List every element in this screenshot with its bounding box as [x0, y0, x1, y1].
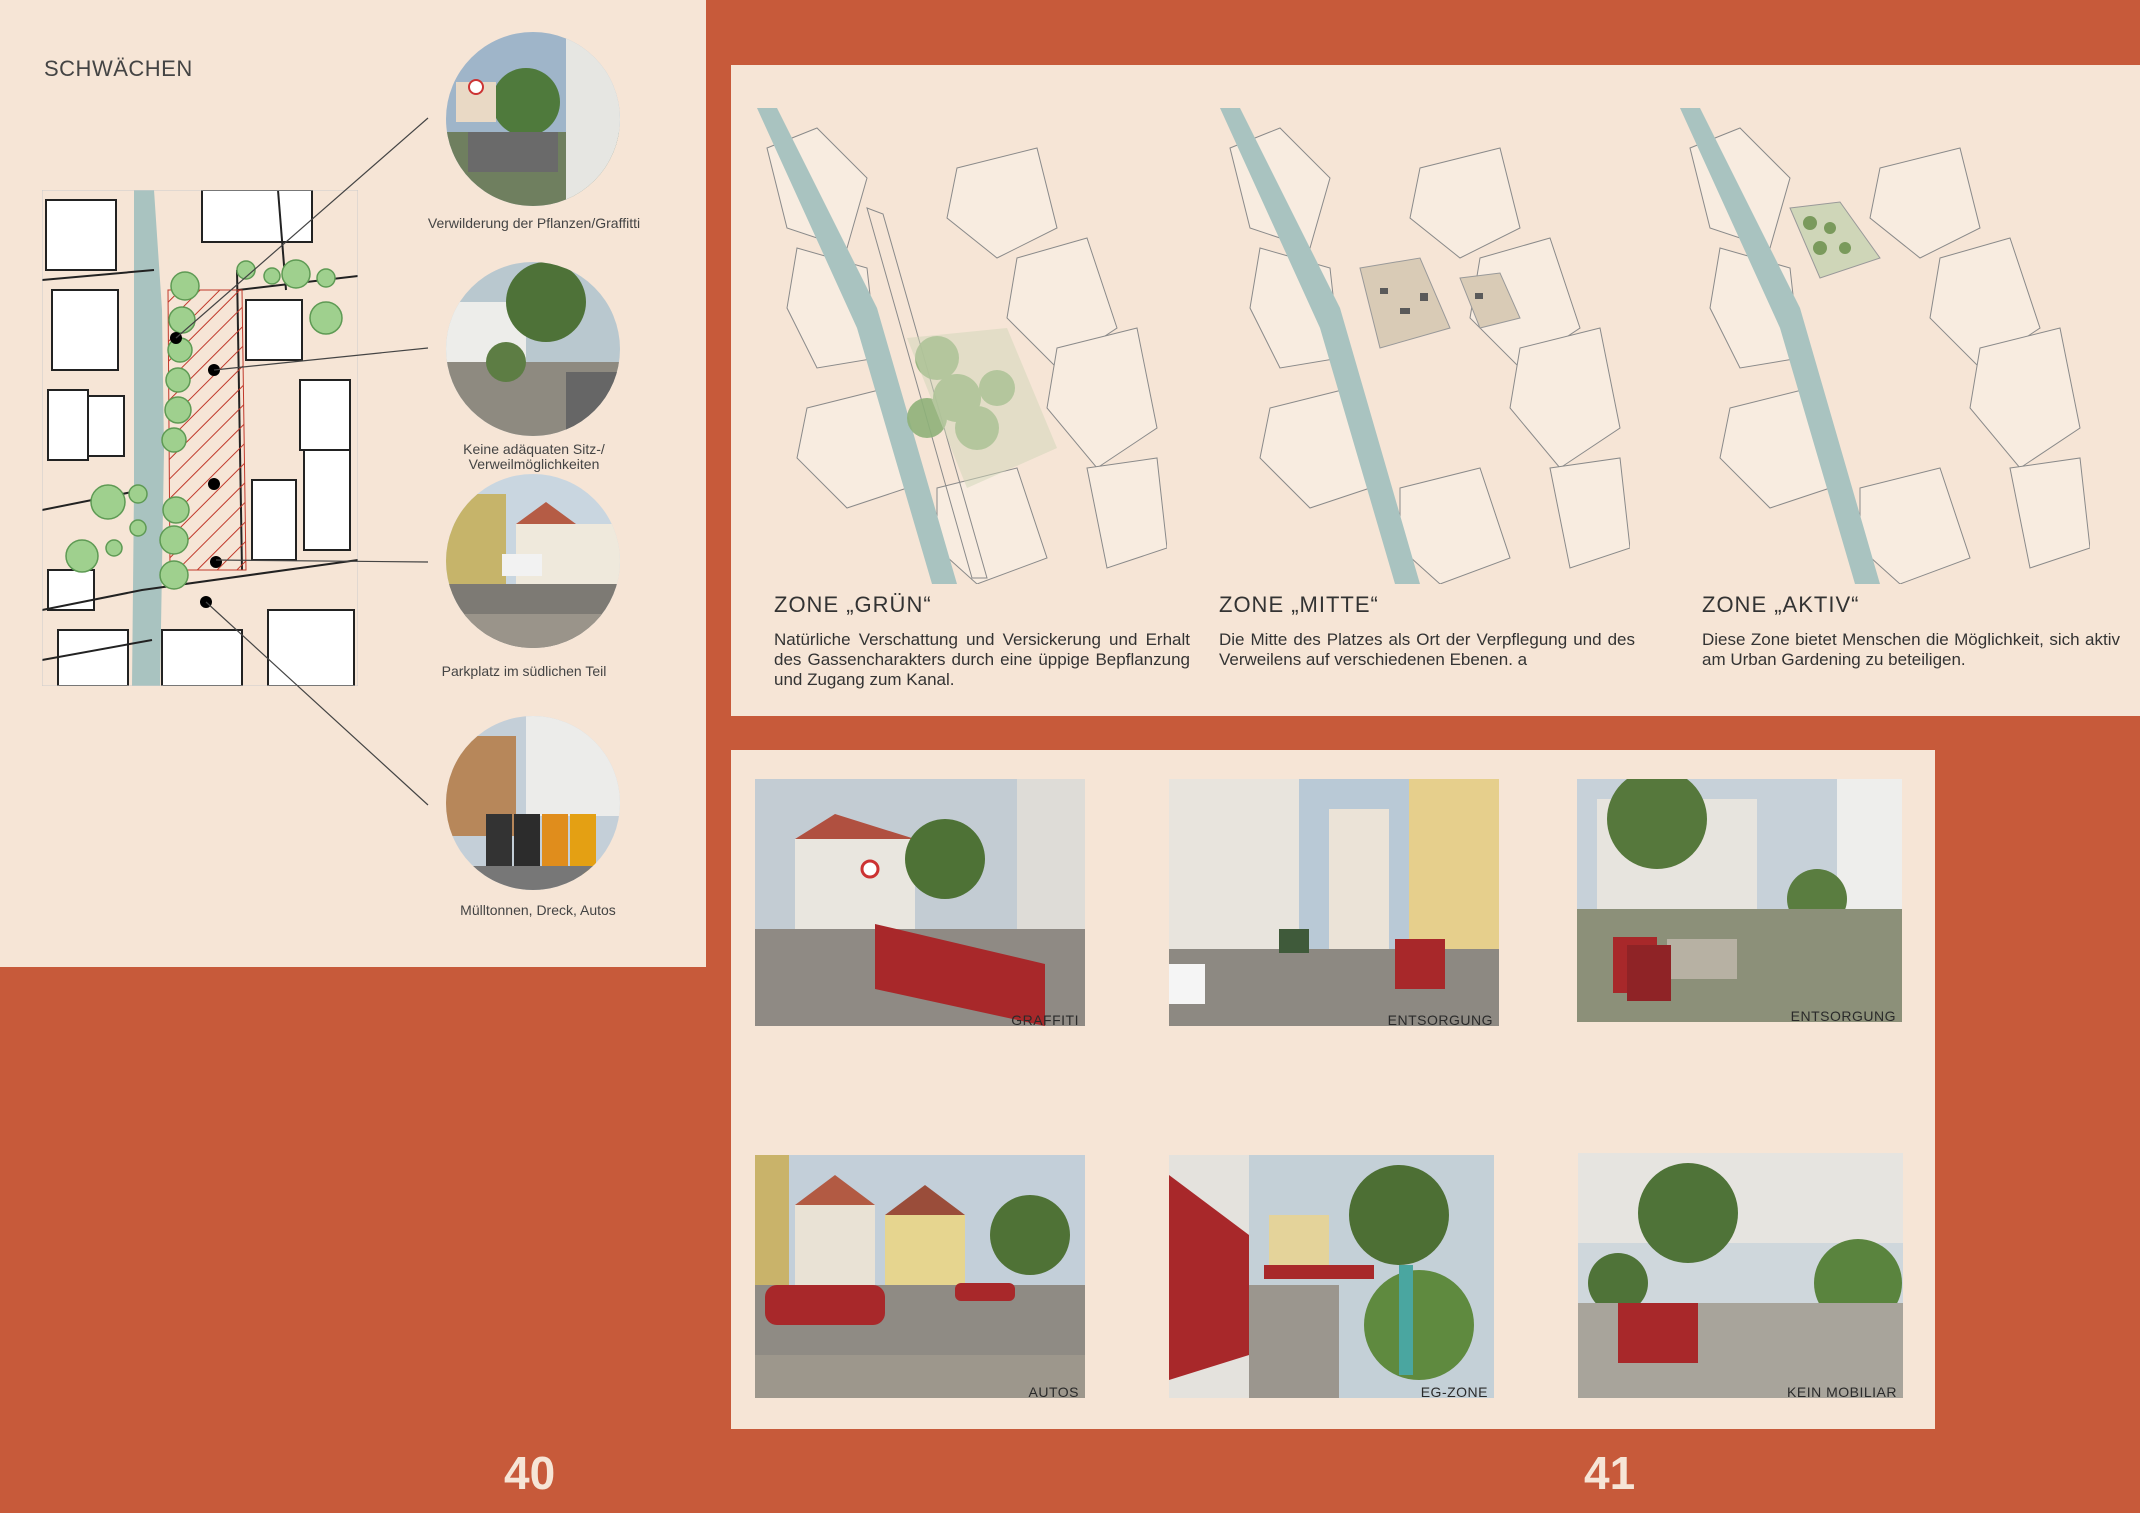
caption-bins: Mülltonnen, Dreck, Autos — [460, 902, 616, 918]
photo-eg-zone: EG-ZONE — [1169, 1155, 1494, 1398]
photo-graffiti: GRAFFITI — [755, 779, 1085, 1026]
photo-label-kein-mobiliar: KEIN MOBILIAR — [1787, 1384, 1897, 1398]
photo-label-autos: AUTOS — [1028, 1384, 1079, 1398]
zone-title-aktiv: ZONE „AKTIV“ — [1702, 592, 1860, 617]
photo-entsorgung-2: ENTSORGUNG — [1577, 779, 1902, 1022]
photo-label-eg-zone: EG-ZONE — [1420, 1384, 1488, 1398]
photo-autos: AUTOS — [755, 1155, 1085, 1398]
zone-title-mitte: ZONE „MITTE“ — [1219, 592, 1379, 617]
zone-mitte-drawing — [1220, 108, 1630, 584]
page-number-right: 41 — [1584, 1447, 1636, 1499]
zone-title-gruen: ZONE „GRÜN“ — [774, 592, 932, 617]
caption-overgrowth: Verwilderung der Pflanzen/Graffitti — [427, 215, 641, 231]
zone-text-mitte: Die Mitte des Platzes als Ort der Verpfl… — [1219, 630, 1635, 669]
photo-entsorgung-1: ENTSORGUNG — [1169, 779, 1499, 1026]
photo-label-graffiti: GRAFFITI — [1011, 1012, 1079, 1026]
photo-label-entsorgung-1: ENTSORGUNG — [1387, 1012, 1493, 1026]
photo-label-entsorgung-2: ENTSORGUNG — [1790, 1008, 1896, 1022]
photo-circle-parking — [446, 474, 620, 648]
zone-text-aktiv: Diese Zone bietet Menschen die Möglichke… — [1702, 630, 2120, 669]
zone-text-gruen: Natürliche Verschattung und Versickerung… — [774, 630, 1190, 689]
caption-seating: Keine adäquaten Sitz-/ Verweilmöglichkei… — [463, 441, 605, 472]
zone-aktiv-drawing — [1680, 108, 2090, 584]
photo-kein-mobiliar: KEIN MOBILIAR — [1578, 1153, 1903, 1398]
page-number-left: 40 — [504, 1447, 556, 1499]
caption-parking: Parkplatz im südlichen Teil — [441, 663, 607, 679]
photo-circle-overgrowth — [446, 32, 620, 206]
photo-circle-bins — [446, 716, 620, 890]
photo-circle-seating — [446, 262, 620, 436]
zone-gruen-drawing — [757, 108, 1167, 584]
